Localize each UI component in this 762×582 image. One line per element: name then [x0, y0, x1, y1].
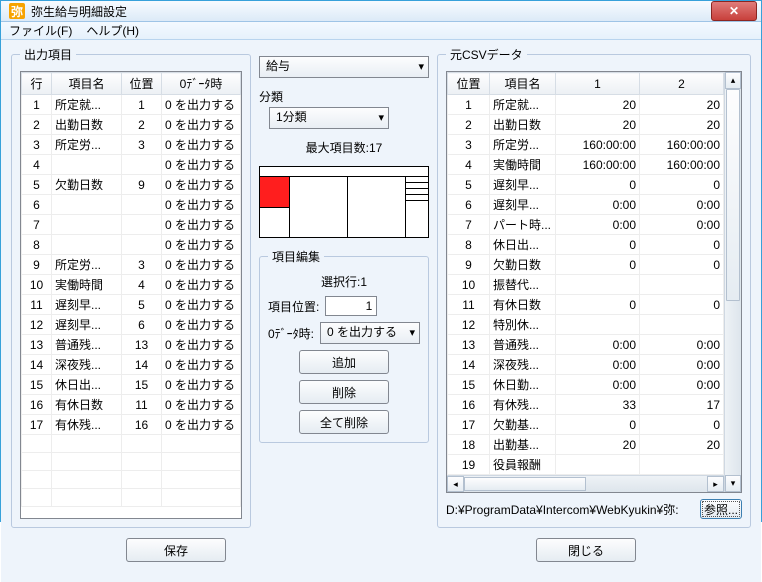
type-select[interactable]: 給与 — [259, 56, 429, 78]
add-button[interactable]: 追加 — [299, 350, 389, 374]
save-button[interactable]: 保存 — [126, 538, 226, 562]
menubar: ファイル(F) ヘルプ(H) — [1, 22, 761, 40]
scroll-left-icon[interactable]: ◂ — [447, 476, 464, 492]
csv-data-group: 元CSVデータ 位置 項目名 1 2 — [437, 46, 751, 528]
csv-data-legend: 元CSVデータ — [446, 46, 527, 63]
table-row[interactable]: 14深夜残...140 を出力する — [22, 355, 241, 375]
table-row[interactable]: 6遅刻早...0:000:00 — [448, 195, 724, 215]
table-row[interactable]: 16有休日数110 を出力する — [22, 395, 241, 415]
close-button[interactable]: 閉じる — [536, 538, 636, 562]
scroll-up-icon[interactable]: ▴ — [725, 72, 741, 89]
delete-all-button[interactable]: 全て削除 — [299, 410, 389, 434]
item-edit-group: 項目編集 選択行:1 項目位置: 0ﾃﾞｰﾀ時: 0 を出力する 追加 削除 全… — [259, 248, 429, 443]
csv-data-table[interactable]: 位置 項目名 1 2 1所定就...20202出勤日数20203所定労...16… — [447, 72, 724, 475]
schematic-highlight — [260, 177, 289, 208]
table-row[interactable]: 15休日出...150 を出力する — [22, 375, 241, 395]
close-window-button[interactable]: ✕ — [711, 1, 757, 21]
table-row[interactable]: 1所定就...10 を出力する — [22, 95, 241, 115]
table-row[interactable]: 9所定労...30 を出力する — [22, 255, 241, 275]
table-row[interactable]: 5遅刻早...00 — [448, 175, 724, 195]
table-row[interactable]: 13普通残...0:000:00 — [448, 335, 724, 355]
table-row[interactable]: 4実働時間160:00:00160:00:00 — [448, 155, 724, 175]
table-row[interactable]: 3所定労...30 を出力する — [22, 135, 241, 155]
table-row[interactable]: 10振替代... — [448, 275, 724, 295]
csv-vscroll[interactable]: ▴ ▾ — [724, 72, 741, 492]
pos-label: 項目位置: — [268, 298, 319, 315]
table-row[interactable]: 12遅刻早...60 を出力する — [22, 315, 241, 335]
menu-file[interactable]: ファイル(F) — [9, 22, 72, 39]
output-items-legend: 出力項目 — [20, 46, 76, 63]
app-icon: 弥 — [9, 3, 25, 19]
delete-button[interactable]: 削除 — [299, 380, 389, 404]
scroll-down-icon[interactable]: ▾ — [725, 475, 741, 492]
table-row[interactable]: 15休日勤...0:000:00 — [448, 375, 724, 395]
table-row[interactable]: 7パート時...0:000:00 — [448, 215, 724, 235]
table-row[interactable]: 1所定就...2020 — [448, 95, 724, 115]
table-row[interactable]: 16有休残...3317 — [448, 395, 724, 415]
table-row[interactable]: 3所定労...160:00:00160:00:00 — [448, 135, 724, 155]
table-row[interactable]: 11遅刻早...50 を出力する — [22, 295, 241, 315]
scroll-right-icon[interactable]: ▸ — [707, 476, 724, 492]
output-items-table[interactable]: 行 項目名 位置 0ﾃﾞｰﾀ時 1所定就...10 を出力する2出勤日数20 を… — [21, 72, 241, 507]
menu-help[interactable]: ヘルプ(H) — [86, 22, 139, 39]
zero-select[interactable]: 0 を出力する — [320, 322, 420, 344]
table-row[interactable]: 17有休残...160 を出力する — [22, 415, 241, 435]
window-title: 弥生給与明細設定 — [31, 3, 711, 20]
csv-path: D:¥ProgramData¥Intercom¥WebKyukin¥弥: — [446, 501, 694, 518]
table-row[interactable]: 5欠勤日数90 を出力する — [22, 175, 241, 195]
table-row[interactable]: 2出勤日数20 を出力する — [22, 115, 241, 135]
csv-col-1[interactable]: 1 — [556, 73, 640, 95]
table-row[interactable]: 70 を出力する — [22, 215, 241, 235]
table-row[interactable]: 13普通残...130 を出力する — [22, 335, 241, 355]
table-row[interactable]: 10実働時間40 を出力する — [22, 275, 241, 295]
pos-input[interactable] — [325, 296, 377, 316]
csv-hscroll[interactable]: ◂ ▸ — [447, 475, 724, 492]
layout-schematic — [259, 166, 429, 238]
col-name[interactable]: 項目名 — [52, 73, 122, 95]
table-row[interactable]: 60 を出力する — [22, 195, 241, 215]
output-items-table-wrap: 行 項目名 位置 0ﾃﾞｰﾀ時 1所定就...10 を出力する2出勤日数20 を… — [20, 71, 242, 519]
output-items-group: 出力項目 行 項目名 位置 0ﾃﾞｰﾀ時 1所定就...10 を出力する2出勤日… — [11, 46, 251, 528]
table-row[interactable]: 11有休日数00 — [448, 295, 724, 315]
zero-label: 0ﾃﾞｰﾀ時: — [268, 325, 314, 342]
table-row[interactable]: 9欠勤日数00 — [448, 255, 724, 275]
csv-col-pos[interactable]: 位置 — [448, 73, 490, 95]
table-row[interactable]: 12特別休... — [448, 315, 724, 335]
table-row[interactable]: 18出勤基...2020 — [448, 435, 724, 455]
max-items-label: 最大項目数:17 — [259, 139, 429, 156]
table-row[interactable]: 14深夜残...0:000:00 — [448, 355, 724, 375]
col-pos[interactable]: 位置 — [122, 73, 162, 95]
csv-col-2[interactable]: 2 — [640, 73, 724, 95]
category-label: 分類 — [259, 88, 429, 105]
category-select[interactable]: 1分類 — [269, 107, 389, 129]
browse-button[interactable]: 参照... — [700, 499, 742, 519]
table-row[interactable]: 40 を出力する — [22, 155, 241, 175]
table-row[interactable]: 2出勤日数2020 — [448, 115, 724, 135]
titlebar: 弥 弥生給与明細設定 ✕ — [1, 1, 761, 22]
csv-col-name[interactable]: 項目名 — [490, 73, 556, 95]
item-edit-legend: 項目編集 — [268, 248, 324, 265]
col-zero[interactable]: 0ﾃﾞｰﾀ時 — [162, 73, 241, 95]
table-row[interactable]: 19役員報酬 — [448, 455, 724, 475]
table-row[interactable]: 17欠勤基...00 — [448, 415, 724, 435]
col-row[interactable]: 行 — [22, 73, 52, 95]
table-row[interactable]: 8休日出...00 — [448, 235, 724, 255]
table-row[interactable]: 80 を出力する — [22, 235, 241, 255]
selected-row-label: 選択行:1 — [268, 273, 420, 290]
